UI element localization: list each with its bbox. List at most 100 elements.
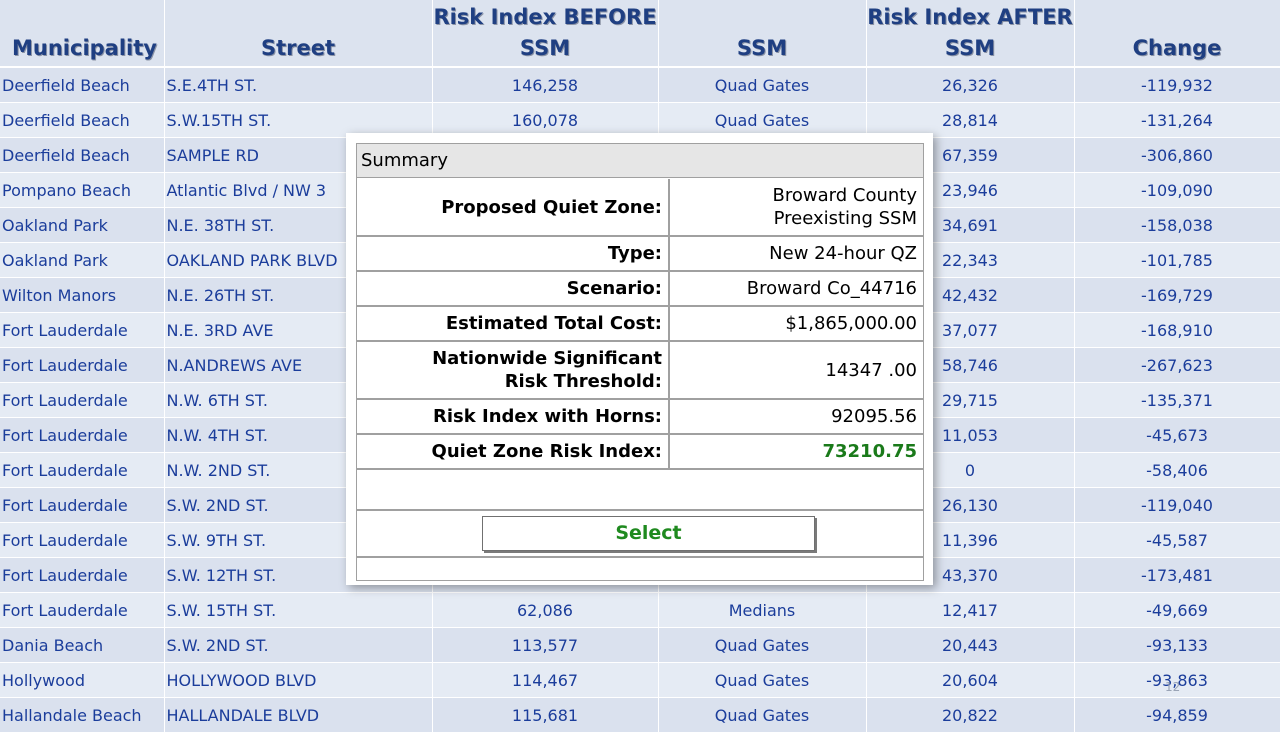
cell-risk-after: 20,822 bbox=[866, 697, 1075, 733]
cell-change: -94,859 bbox=[1074, 697, 1280, 733]
summary-row-scenario: Scenario: Broward Co_44716 bbox=[357, 271, 923, 307]
cell-municipality: Dania Beach bbox=[0, 627, 165, 663]
summary-title: Summary bbox=[357, 144, 923, 178]
table-row: Fort Lauderdale S.W. 15TH ST. 62,086 Median… bbox=[0, 592, 1280, 628]
cell-municipality: Fort Lauderdale bbox=[0, 347, 165, 383]
summary-value: 14347 .00 bbox=[669, 341, 923, 400]
table-row: Hallandale Beach HALLANDALE BLVD 115,681 Qu… bbox=[0, 697, 1280, 733]
cell-risk-before: 62,086 bbox=[432, 592, 659, 628]
summary-row-quiet-zone-risk: Quiet Zone Risk Index: 73210.75 bbox=[357, 434, 923, 470]
cell-municipality: Oakland Park bbox=[0, 207, 165, 243]
header-ssm: SSM bbox=[658, 0, 867, 68]
cell-risk-after: 20,604 bbox=[866, 662, 1075, 698]
cell-change: -45,587 bbox=[1074, 522, 1280, 558]
cell-risk-after: 26,326 bbox=[866, 67, 1075, 103]
cell-risk-before: 114,467 bbox=[432, 662, 659, 698]
table-header-row: Municipality Street Risk Index BEFORE SSM… bbox=[0, 0, 1280, 68]
summary-row-estimated-cost: Estimated Total Cost: $1,865,000.00 bbox=[357, 306, 923, 342]
cell-municipality: Fort Lauderdale bbox=[0, 417, 165, 453]
summary-label: Quiet Zone Risk Index: bbox=[357, 434, 670, 470]
cell-change: -306,860 bbox=[1074, 137, 1280, 173]
summary-label: Proposed Quiet Zone: bbox=[357, 179, 670, 237]
cell-change: -119,932 bbox=[1074, 67, 1280, 103]
summary-value-line1: Broward County bbox=[772, 185, 917, 206]
cell-change: -58,406 bbox=[1074, 452, 1280, 488]
summary-dialog: Summary Proposed Quiet Zone: Broward Cou… bbox=[346, 133, 933, 585]
cell-municipality: Hollywood bbox=[0, 662, 165, 698]
cell-change: -173,481 bbox=[1074, 557, 1280, 593]
summary-row-proposed-quiet-zone: Proposed Quiet Zone: Broward County Preex… bbox=[357, 179, 923, 237]
summary-label: Type: bbox=[357, 236, 670, 272]
cell-risk-after: 20,443 bbox=[866, 627, 1075, 663]
summary-blank-row bbox=[357, 478, 923, 511]
cell-municipality: Deerfield Beach bbox=[0, 67, 165, 103]
header-risk-after: Risk Index AFTER SSM bbox=[866, 0, 1075, 68]
cell-change: -49,669 bbox=[1074, 592, 1280, 628]
cell-municipality: Pompano Beach bbox=[0, 172, 165, 208]
cell-change: -119,040 bbox=[1074, 487, 1280, 523]
cell-change: -169,729 bbox=[1074, 277, 1280, 313]
cell-change: -45,673 bbox=[1074, 417, 1280, 453]
header-change: Change bbox=[1074, 0, 1280, 68]
cell-change: -93,133 bbox=[1074, 627, 1280, 663]
summary-label: Estimated Total Cost: bbox=[357, 306, 670, 342]
summary-value-line2: Preexisting SSM bbox=[773, 208, 917, 229]
cell-municipality: Fort Lauderdale bbox=[0, 557, 165, 593]
summary-value: Broward County Preexisting SSM bbox=[669, 179, 923, 237]
table-row: Dania Beach S.W. 2ND ST. 113,577 Quad Gates… bbox=[0, 627, 1280, 663]
cell-municipality: Deerfield Beach bbox=[0, 102, 165, 138]
cell-street: HALLANDALE BLVD bbox=[164, 697, 433, 733]
cell-risk-after: 12,417 bbox=[866, 592, 1075, 628]
cell-street: S.W. 15TH ST. bbox=[164, 592, 433, 628]
summary-value: Broward Co_44716 bbox=[669, 271, 923, 307]
cell-risk-before: 146,258 bbox=[432, 67, 659, 103]
cell-change: -267,623 bbox=[1074, 347, 1280, 383]
summary-panel: Summary Proposed Quiet Zone: Broward Cou… bbox=[356, 143, 924, 581]
header-risk-after-line1: Risk Index AFTER bbox=[867, 5, 1073, 29]
cell-street: S.E.4TH ST. bbox=[164, 67, 433, 103]
cell-ssm: Medians bbox=[658, 592, 867, 628]
cell-municipality: Deerfield Beach bbox=[0, 137, 165, 173]
summary-label-line2: Risk Threshold: bbox=[504, 371, 662, 392]
summary-value: $1,865,000.00 bbox=[669, 306, 923, 342]
summary-row-risk-threshold: Nationwide Significant Risk Threshold: 14… bbox=[357, 341, 923, 400]
cell-change: -101,785 bbox=[1074, 242, 1280, 278]
header-risk-before-line1: Risk Index BEFORE bbox=[433, 5, 657, 29]
summary-value: 92095.56 bbox=[669, 399, 923, 435]
cell-municipality: Fort Lauderdale bbox=[0, 592, 165, 628]
cell-ssm: Quad Gates bbox=[658, 697, 867, 733]
cell-municipality: Fort Lauderdale bbox=[0, 522, 165, 558]
cell-change: -109,090 bbox=[1074, 172, 1280, 208]
divider bbox=[357, 556, 923, 558]
quiet-zone-risk-value: 73210.75 bbox=[669, 434, 923, 470]
summary-label-line1: Nationwide Significant bbox=[432, 348, 662, 369]
cell-municipality: Fort Lauderdale bbox=[0, 452, 165, 488]
summary-row-risk-with-horns: Risk Index with Horns: 92095.56 bbox=[357, 399, 923, 435]
cell-municipality: Hallandale Beach bbox=[0, 697, 165, 733]
header-street-label: Street bbox=[260, 36, 336, 60]
header-risk-before: Risk Index BEFORE SSM bbox=[432, 0, 659, 68]
cell-municipality: Fort Lauderdale bbox=[0, 312, 165, 348]
select-button[interactable]: Select bbox=[482, 516, 815, 551]
table-row: Hollywood HOLLYWOOD BLVD 114,467 Quad Gates… bbox=[0, 662, 1280, 698]
summary-value: New 24-hour QZ bbox=[669, 236, 923, 272]
cell-ssm: Quad Gates bbox=[658, 67, 867, 103]
cell-street: HOLLYWOOD BLVD bbox=[164, 662, 433, 698]
header-municipality: Municipality bbox=[0, 0, 165, 68]
cell-risk-before: 113,577 bbox=[432, 627, 659, 663]
cell-change: -135,371 bbox=[1074, 382, 1280, 418]
cell-municipality: Wilton Manors bbox=[0, 277, 165, 313]
cell-municipality: Oakland Park bbox=[0, 242, 165, 278]
cell-change: -168,910 bbox=[1074, 312, 1280, 348]
table-row: Deerfield Beach S.E.4TH ST. 146,258 Quad Ga… bbox=[0, 67, 1280, 103]
header-risk-before-line2: SSM bbox=[519, 36, 571, 60]
cell-municipality: Fort Lauderdale bbox=[0, 382, 165, 418]
summary-label: Nationwide Significant Risk Threshold: bbox=[357, 341, 670, 400]
summary-table: Proposed Quiet Zone: Broward County Preex… bbox=[357, 179, 923, 470]
summary-row-type: Type: New 24-hour QZ bbox=[357, 236, 923, 272]
cell-ssm: Quad Gates bbox=[658, 662, 867, 698]
cell-risk-before: 115,681 bbox=[432, 697, 659, 733]
cell-municipality: Fort Lauderdale bbox=[0, 487, 165, 523]
header-risk-after-line2: SSM bbox=[944, 36, 996, 60]
cell-ssm: Quad Gates bbox=[658, 627, 867, 663]
